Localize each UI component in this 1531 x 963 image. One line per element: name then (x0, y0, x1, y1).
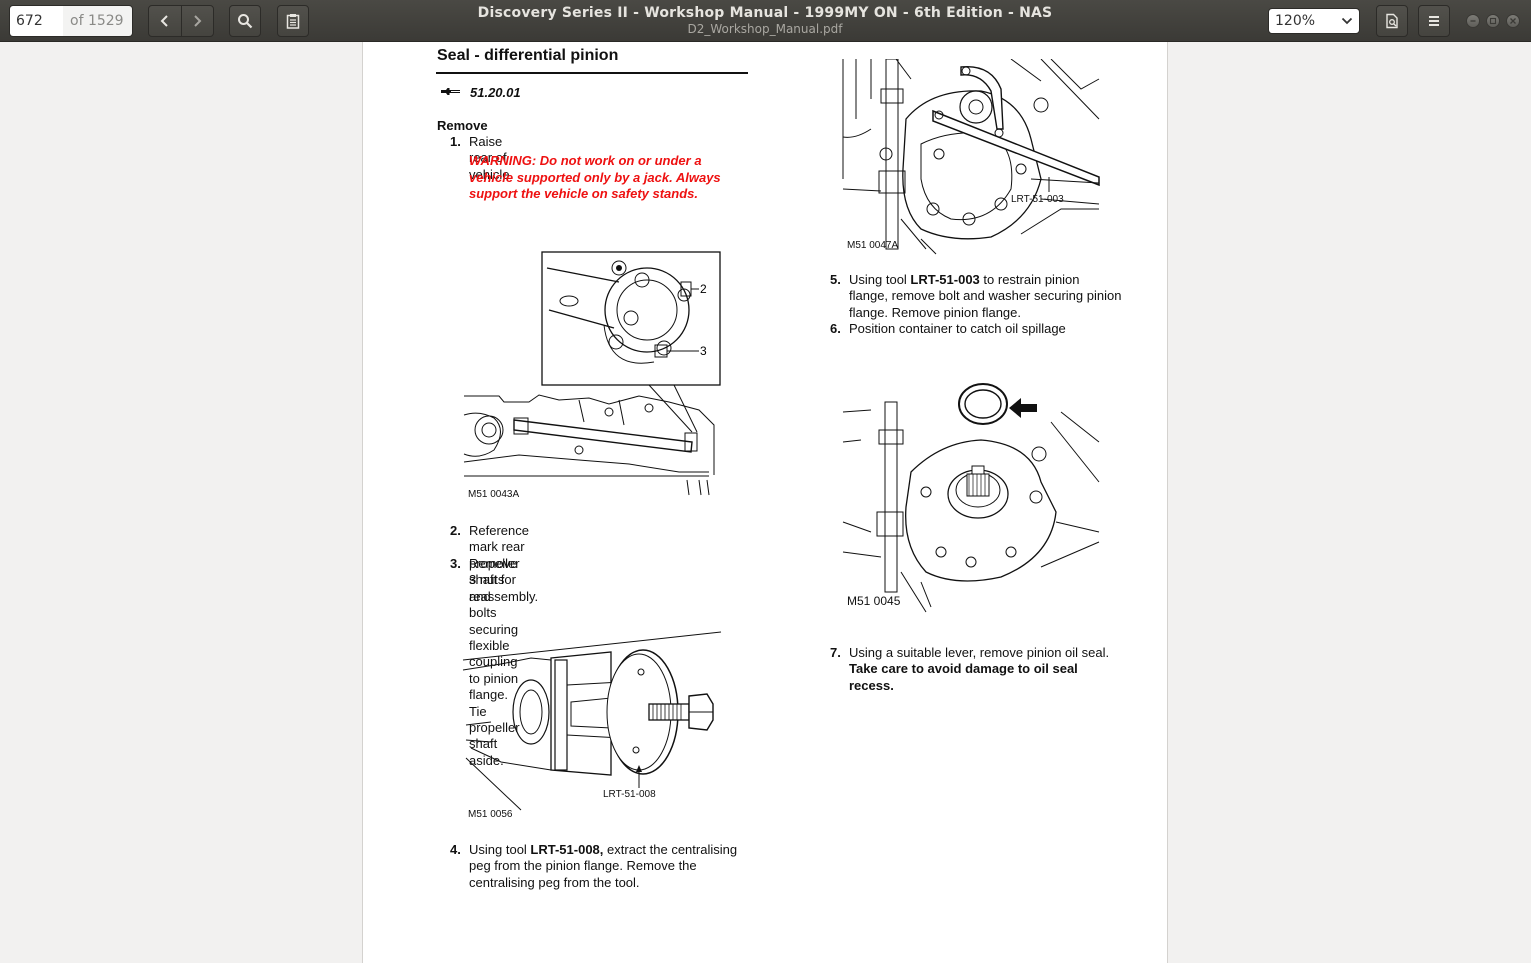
step-text-part: Using tool (469, 842, 531, 857)
step-number: 7. (830, 645, 841, 660)
step-line: Using a suitable lever, remove pinion oi… (849, 645, 1110, 660)
step-line: flange. Remove pinion flange. (849, 304, 1022, 320)
page-number-input[interactable] (10, 6, 63, 36)
page-total-label: of 1529 (63, 6, 132, 36)
chevron-right-icon (194, 15, 202, 27)
step-line: centralising peg from the tool. (469, 874, 640, 890)
minimize-icon (1470, 20, 1476, 22)
step-text-part: Using tool (849, 272, 911, 287)
document-page: Seal - differential pinion 51.20.01 Remo… (362, 42, 1168, 963)
chevron-left-icon (160, 15, 168, 27)
callout-2: 2 (700, 282, 707, 296)
callout-3: 3 (700, 344, 707, 358)
page-number-entry[interactable]: of 1529 (9, 5, 133, 37)
zoom-select[interactable]: 120% (1268, 8, 1360, 34)
warning-line: WARNING: Do not work on or under a (469, 153, 702, 168)
figure-oil-seal: M51 0045 (841, 382, 1103, 614)
zoom-value: 120% (1275, 13, 1316, 29)
figure-propeller-shaft: 2 3 M51 0043A (459, 250, 724, 508)
tool-code: LRT-51-003 (910, 272, 980, 287)
clipboard-icon (286, 14, 300, 29)
minimize-button[interactable] (1466, 14, 1480, 28)
document-properties-button[interactable] (1376, 5, 1408, 37)
warning-text: WARNING: Do not work on or under a vehic… (469, 153, 721, 203)
puller-tool-illustration (462, 631, 722, 811)
propeller-shaft-illustration: 2 3 (463, 251, 721, 496)
operation-code: 51.20.01 (470, 85, 521, 100)
document-title: Discovery Series II - Workshop Manual - … (477, 5, 1053, 21)
step-text: Using a suitable lever, remove pinion oi… (849, 645, 1109, 694)
figure-code-label: M51 0045 (847, 594, 901, 608)
page-navigation-group (148, 5, 214, 37)
previous-page-button[interactable] (149, 6, 181, 36)
figure-restraining-tool: LRT-51-003 M51 0047A (841, 58, 1103, 257)
step-number: 4. (450, 842, 461, 857)
next-page-button[interactable] (180, 6, 213, 36)
figure-code-label: M51 0047A (847, 240, 899, 251)
window-title: Discovery Series II - Workshop Manual - … (430, 5, 1100, 36)
figure-code-label: M51 0043A (468, 489, 520, 500)
step-line: Using tool LRT-51-008, extract the centr… (469, 842, 737, 858)
viewer-header-bar: of 1529 Discovery Series II - Wor (0, 0, 1531, 42)
close-icon (1510, 18, 1516, 24)
menu-button[interactable] (1418, 5, 1450, 37)
warning-line: vehicle supported only by a jack. Always (469, 169, 721, 185)
close-button[interactable] (1506, 14, 1520, 28)
document-properties-icon (1386, 13, 1398, 29)
warning-line: support the vehicle on safety stands. (469, 186, 698, 201)
step-text-part: to restrain pinion (979, 272, 1080, 287)
tool-code: LRT-51-008, (530, 842, 604, 857)
step-line: flange, remove bolt and washer securing … (849, 288, 1122, 304)
tool-code-label: LRT-51-003 (1011, 194, 1064, 205)
step-text: Position container to catch oil spillage (849, 321, 1066, 336)
step-number: 1. (450, 134, 461, 149)
chevron-down-icon (1341, 17, 1353, 25)
step-line: Using tool LRT-51-003 to restrain pinion (849, 272, 1121, 288)
step-number: 5. (830, 272, 841, 287)
document-filename: D2_Workshop_Manual.pdf (687, 22, 843, 36)
maximize-icon (1489, 17, 1497, 25)
maximize-button[interactable] (1486, 14, 1500, 28)
restraining-tool-illustration (842, 58, 1100, 255)
figure-puller-tool: LRT-51-008 M51 0056 (461, 630, 726, 825)
step-number: 6. (830, 321, 841, 336)
wrench-icon (441, 88, 460, 95)
section-title: Seal - differential pinion (437, 47, 619, 64)
step-number: 2. (450, 523, 461, 538)
menu-icon (1429, 16, 1439, 26)
remove-heading: Remove (437, 118, 488, 133)
figure-code-label: M51 0056 (468, 809, 513, 820)
step-text: Using tool LRT-51-008, extract the centr… (469, 842, 737, 891)
tool-code-label: LRT-51-008 (603, 789, 656, 800)
step-text-part: extract the centralising (603, 842, 738, 857)
oil-seal-illustration (842, 383, 1100, 613)
annotations-button[interactable] (277, 5, 309, 37)
search-icon (238, 14, 253, 29)
step-text: Using tool LRT-51-003 to restrain pinion… (849, 272, 1121, 321)
step-number: 3. (450, 556, 461, 571)
step-line: peg from the pinion flange. Remove the (469, 858, 697, 874)
search-button[interactable] (229, 5, 261, 37)
title-rule (436, 72, 748, 74)
caution-line: recess. (849, 677, 894, 693)
caution-line: Take care to avoid damage to oil seal (849, 661, 1078, 677)
